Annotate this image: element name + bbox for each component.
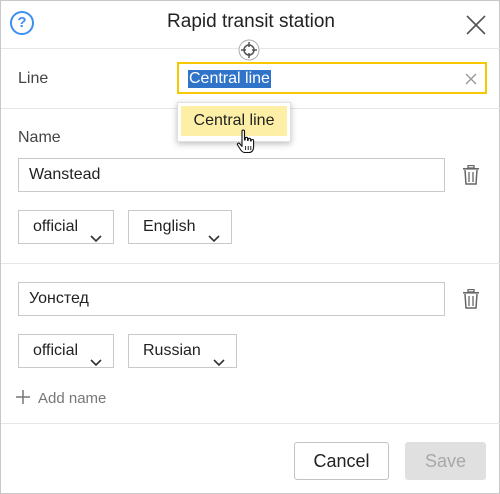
add-name-button[interactable]: Add name (16, 390, 106, 408)
chevron-down-icon (90, 347, 102, 367)
language-select-russian[interactable]: Russian (128, 334, 237, 368)
delete-name-trash-icon[interactable] (462, 288, 480, 309)
line-input[interactable]: Central line (177, 62, 487, 94)
add-name-label: Add name (38, 390, 107, 407)
dropdown-option-central-line[interactable]: Central line (181, 106, 287, 136)
chevron-down-icon (90, 223, 102, 243)
dialog-title: Rapid transit station (167, 11, 335, 32)
clear-icon[interactable] (465, 72, 477, 85)
rapid-transit-station-dialog: ? Rapid transit station Line Central lin… (0, 0, 500, 494)
save-button[interactable]: Save (405, 442, 486, 480)
hand-pointer-cursor-icon (235, 129, 257, 155)
name-input-russian[interactable]: Уонстед (18, 282, 445, 316)
close-icon[interactable] (464, 13, 488, 37)
name-label: Name (18, 129, 61, 146)
name-type-value: official (33, 342, 79, 359)
name-type-select-english[interactable]: official (18, 210, 114, 244)
language-select-english[interactable]: English (128, 210, 232, 244)
language-value: English (143, 218, 196, 235)
cancel-button[interactable]: Cancel (294, 442, 389, 480)
line-input-value[interactable]: Central line (188, 70, 271, 88)
delete-name-trash-icon[interactable] (462, 164, 480, 185)
name-entry-divider (1, 263, 500, 264)
name-type-value: official (33, 218, 79, 235)
chevron-down-icon (213, 347, 225, 367)
chevron-down-icon (208, 223, 220, 243)
line-suggestions-dropdown: Central line (177, 102, 291, 142)
plus-icon (16, 390, 30, 404)
line-label: Line (18, 70, 49, 87)
name-input-english[interactable]: Wanstead (18, 158, 445, 192)
language-value: Russian (143, 342, 201, 359)
target-icon[interactable] (238, 39, 260, 61)
footer-divider (1, 423, 500, 424)
name-type-select-russian[interactable]: official (18, 334, 114, 368)
